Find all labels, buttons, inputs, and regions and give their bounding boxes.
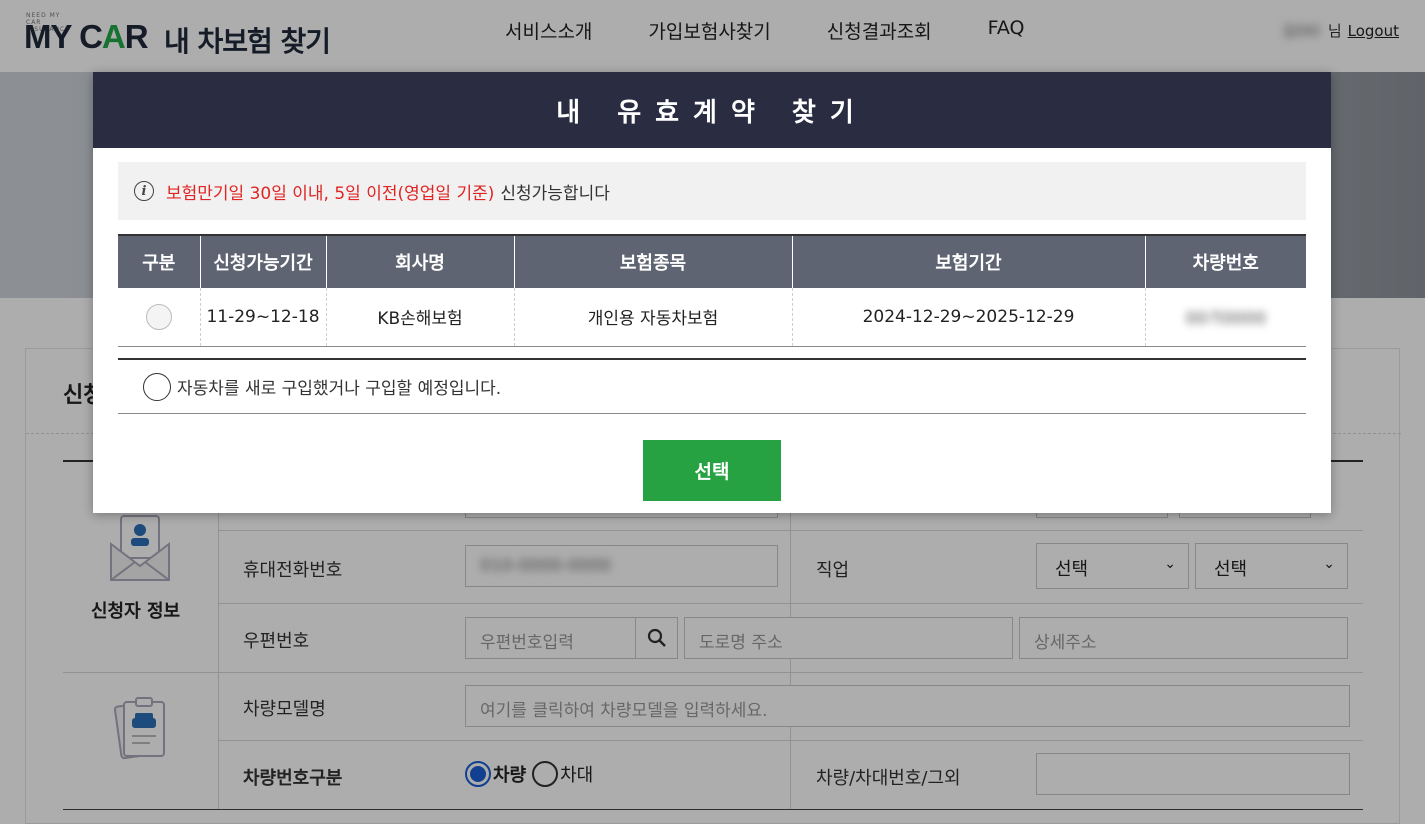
info-icon: i bbox=[134, 181, 154, 201]
row-select-cell bbox=[118, 288, 201, 347]
company-cell: KB손해보험 bbox=[326, 288, 515, 347]
table-row[interactable]: 11-29~12-18 KB손해보험 개인용 자동차보험 2024-12-29~… bbox=[118, 288, 1306, 347]
column-header: 차량번호 bbox=[1145, 234, 1306, 288]
notice-highlight: 보험만기일 30일 이내, 5일 이전(영업일 기준) bbox=[166, 183, 495, 204]
column-header: 보험종목 bbox=[514, 234, 793, 288]
column-header: 회사명 bbox=[326, 234, 515, 288]
modal-title: 내 유효계약 찾기 bbox=[556, 97, 868, 128]
modal-header: 내 유효계약 찾기 bbox=[93, 72, 1331, 148]
column-header: 구분 bbox=[118, 234, 201, 288]
contract-search-modal: 내 유효계약 찾기 i 보험만기일 30일 이내, 5일 이전(영업일 기준) … bbox=[93, 72, 1331, 513]
contracts-table: 구분 신청가능기간 회사명 보험종목 보험기간 차량번호 11-29~12-18… bbox=[118, 234, 1306, 347]
new-car-radio[interactable] bbox=[143, 372, 171, 401]
notice-text: 신청가능합니다 bbox=[500, 183, 610, 204]
table-header-row: 구분 신청가능기간 회사명 보험종목 보험기간 차량번호 bbox=[118, 234, 1306, 288]
select-button[interactable]: 선택 bbox=[643, 440, 781, 501]
new-car-option[interactable]: 자동차를 새로 구입했거나 구입할 예정입니다. bbox=[118, 358, 1306, 414]
product-cell: 개인용 자동차보험 bbox=[514, 288, 793, 347]
column-header: 신청가능기간 bbox=[200, 234, 327, 288]
new-car-label: 자동차를 새로 구입했거나 구입할 예정입니다. bbox=[177, 379, 502, 399]
period-cell: 11-29~12-18 bbox=[200, 288, 327, 347]
row-select-radio[interactable] bbox=[145, 303, 172, 330]
column-header: 보험기간 bbox=[792, 234, 1146, 288]
notice-box: i 보험만기일 30일 이내, 5일 이전(영업일 기준) 신청가능합니다 bbox=[118, 162, 1306, 220]
car-number-cell: 00가0000 bbox=[1145, 288, 1306, 347]
term-cell: 2024-12-29~2025-12-29 bbox=[792, 288, 1146, 347]
